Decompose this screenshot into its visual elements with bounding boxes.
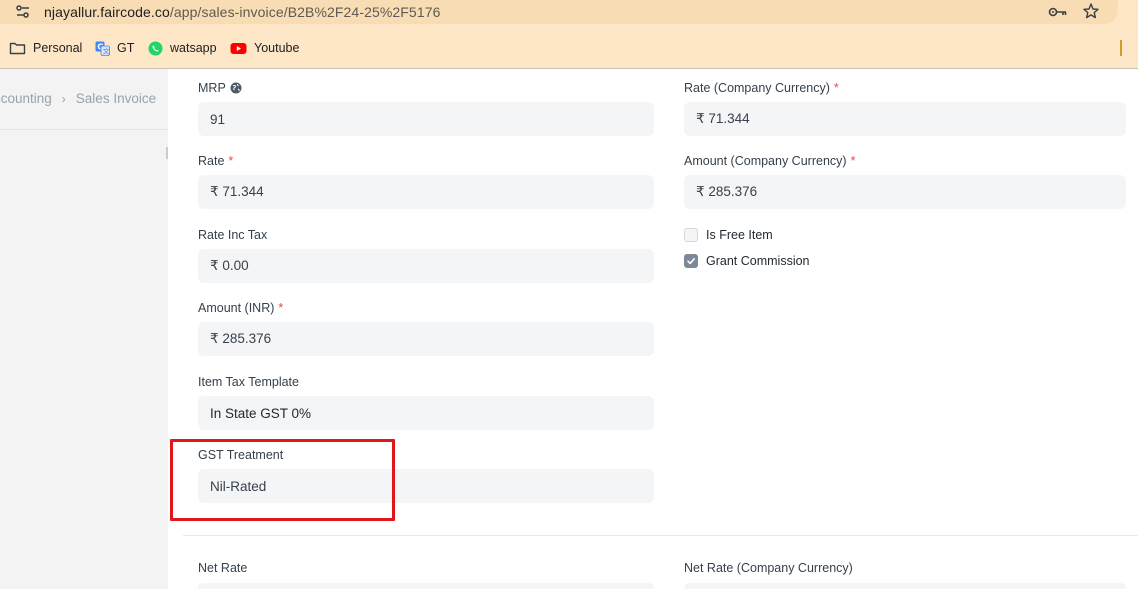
grant-commission-checkbox[interactable]: Grant Commission xyxy=(684,254,810,268)
required-asterisk: * xyxy=(278,301,284,315)
folder-icon xyxy=(9,42,26,55)
globe-icon xyxy=(230,82,242,94)
item-tax-template-label: Item Tax Template xyxy=(198,375,299,389)
bookmark-star-icon[interactable] xyxy=(1082,2,1100,20)
net-rate-company-currency-label: Net Rate (Company Currency) xyxy=(684,561,853,575)
address-bar[interactable]: njayallur.faircode.co/app/sales-invoice/… xyxy=(0,0,1118,24)
bookmark-label: watsapp xyxy=(170,41,217,55)
bookmark-watsapp[interactable]: watsapp xyxy=(148,36,217,60)
required-asterisk: * xyxy=(228,154,234,168)
bookmark-label: GT xyxy=(117,41,135,55)
amount-company-currency-label: Amount (Company Currency) * xyxy=(684,154,855,168)
left-panel: ccounting › Sales Invoice xyxy=(0,69,168,589)
rate-field[interactable]: ₹ 71.344 xyxy=(198,175,654,209)
rate-inc-tax-label: Rate Inc Tax xyxy=(198,228,268,242)
divider xyxy=(0,129,168,130)
bookmark-label: Youtube xyxy=(254,41,300,55)
rate-company-currency-field[interactable]: ₹ 71.344 xyxy=(684,102,1126,136)
amount-inr-field[interactable]: ₹ 285.376 xyxy=(198,322,654,356)
grant-commission-label: Grant Commission xyxy=(706,254,810,268)
chevron-right-icon: › xyxy=(61,91,66,106)
checkbox-checked[interactable] xyxy=(684,254,698,268)
browser-chrome: njayallur.faircode.co/app/sales-invoice/… xyxy=(0,0,1138,68)
youtube-icon xyxy=(230,42,247,54)
breadcrumb-sales-invoice[interactable]: Sales Invoice xyxy=(76,91,156,106)
net-rate-company-currency-field[interactable] xyxy=(684,583,1126,589)
url-path: /app/sales-invoice/B2B%2F24-25%2F5176 xyxy=(169,4,441,20)
required-asterisk: * xyxy=(833,81,839,95)
mrp-label: MRP xyxy=(198,81,242,95)
amount-company-currency-label-text: Amount (Company Currency) xyxy=(684,154,847,168)
url-text[interactable]: njayallur.faircode.co/app/sales-invoice/… xyxy=(44,4,440,20)
checkbox-unchecked[interactable] xyxy=(684,228,698,242)
whatsapp-icon xyxy=(148,41,163,55)
bookmark-youtube[interactable]: Youtube xyxy=(230,36,299,60)
net-rate-field[interactable] xyxy=(198,583,654,589)
mrp-label-text: MRP xyxy=(198,81,226,95)
key-icon[interactable] xyxy=(1048,4,1068,20)
gst-treatment-highlight-box xyxy=(170,439,395,521)
rate-company-currency-label-text: Rate (Company Currency) xyxy=(684,81,830,95)
bookmarks-overflow-divider xyxy=(1120,40,1122,56)
required-asterisk: * xyxy=(850,154,856,168)
rate-inc-tax-field[interactable]: ₹ 0.00 xyxy=(198,249,654,283)
amount-inr-label: Amount (INR) * xyxy=(198,301,283,315)
checkmark-icon xyxy=(687,258,695,265)
item-tax-template-field[interactable]: In State GST 0% xyxy=(198,396,654,430)
net-rate-label: Net Rate xyxy=(198,561,248,575)
amount-inr-label-text: Amount (INR) xyxy=(198,301,275,315)
amount-company-currency-field[interactable]: ₹ 285.376 xyxy=(684,175,1126,209)
bookmark-label: Personal xyxy=(33,41,83,55)
url-host: njayallur.faircode.co xyxy=(44,4,170,20)
translate-icon: G 文 xyxy=(95,41,110,56)
bookmark-personal[interactable]: Personal xyxy=(9,36,82,60)
breadcrumb: ccounting › Sales Invoice xyxy=(0,91,156,106)
svg-text:文: 文 xyxy=(103,46,110,55)
rate-label: Rate * xyxy=(198,154,233,168)
is-free-item-checkbox[interactable]: Is Free Item xyxy=(684,228,773,242)
section-divider xyxy=(183,535,1138,536)
rate-company-currency-label: Rate (Company Currency) * xyxy=(684,81,839,95)
breadcrumb-accounting[interactable]: ccounting xyxy=(0,91,52,106)
mrp-field[interactable]: 91 xyxy=(198,102,654,136)
bookmark-gt[interactable]: G 文 GT xyxy=(95,36,134,60)
site-settings-icon[interactable] xyxy=(14,3,32,21)
is-free-item-label: Is Free Item xyxy=(706,228,773,242)
rate-label-text: Rate xyxy=(198,154,225,168)
